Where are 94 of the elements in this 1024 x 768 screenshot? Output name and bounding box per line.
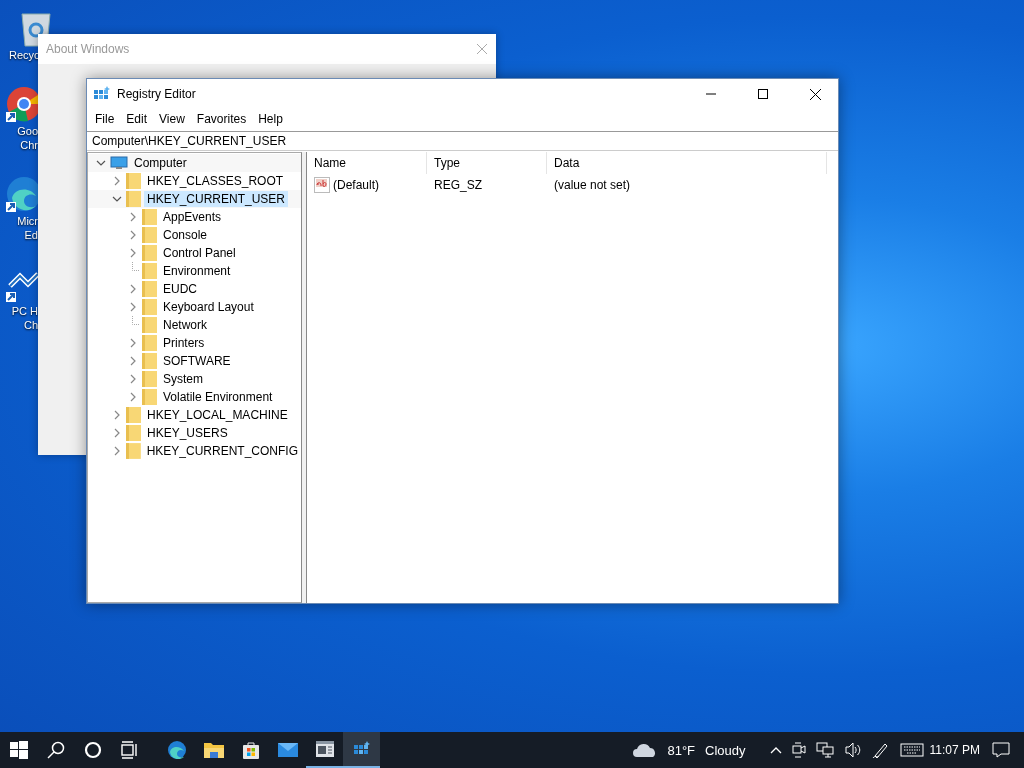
desktop-icon-label[interactable]: PC H (11, 304, 38, 318)
folder-icon (142, 299, 157, 315)
menu-item[interactable]: File (89, 112, 121, 126)
column-header[interactable]: Type (427, 152, 547, 174)
column-header[interactable]: Name (307, 152, 427, 174)
column-header[interactable]: Data (547, 152, 827, 174)
cloud-icon[interactable] (633, 743, 658, 757)
desktop-icon-label[interactable]: Ed (24, 228, 38, 242)
store-icon (240, 740, 261, 760)
chevron-right-icon[interactable] (114, 176, 120, 186)
tree-item[interactable]: Network (160, 317, 210, 333)
tree-item[interactable]: HKEY_USERS (144, 425, 231, 441)
folder-icon (142, 227, 157, 243)
folder-icon (142, 371, 157, 387)
string-value-icon (314, 177, 330, 193)
keyboard-icon[interactable] (899, 743, 924, 757)
windows-start-icon (9, 741, 28, 759)
desktop-icon-label[interactable]: Chr (20, 138, 38, 152)
folder-icon (142, 281, 157, 297)
desktop-icon-label[interactable]: Micr (17, 214, 38, 228)
chevron-right-icon[interactable] (130, 374, 136, 384)
chevron-right-icon[interactable] (130, 212, 136, 222)
tree-item[interactable]: HKEY_CLASSES_ROOT (144, 173, 287, 189)
circle-icon (83, 741, 102, 759)
tree-item[interactable]: HKEY_CURRENT_CONFIG (143, 443, 301, 459)
window-icon (314, 740, 335, 758)
tree-item[interactable]: Printers (160, 335, 208, 351)
desktop-icon-label[interactable]: Goo (17, 124, 38, 138)
folder-icon (142, 335, 157, 351)
value-data: (value not set) (553, 178, 631, 192)
folder-icon (125, 443, 141, 459)
chevron-right-icon[interactable] (114, 428, 120, 438)
tree-item[interactable]: HKEY_LOCAL_MACHINE (144, 407, 291, 423)
edge-icon (166, 740, 187, 760)
value-name: (Default) (333, 178, 379, 192)
chevron-right-icon[interactable] (130, 392, 136, 402)
menu-item[interactable]: Favorites (190, 112, 253, 126)
folder-icon (126, 191, 141, 207)
chevron-right-icon[interactable] (130, 284, 136, 294)
tree-item[interactable]: Volatile Environment (160, 389, 276, 405)
folder-icon (142, 389, 157, 405)
tree-item[interactable]: System (160, 371, 206, 387)
notification-icon[interactable] (992, 742, 1010, 758)
menu-item[interactable]: Edit (120, 112, 154, 126)
folder-icon (142, 209, 157, 225)
desktop-icon-label[interactable]: Ch (23, 318, 38, 332)
mail-icon (276, 742, 299, 758)
chevron-up-icon[interactable] (769, 746, 782, 754)
tree-item[interactable]: EUDC (160, 281, 200, 297)
window-title: Registry Editor (117, 87, 197, 101)
pen-icon[interactable] (871, 741, 890, 759)
edge-icon[interactable] (4, 174, 40, 214)
tree-item[interactable]: Console (160, 227, 211, 243)
task-view-icon (120, 741, 139, 759)
weather-condition[interactable]: Cloudy (705, 742, 746, 758)
chevron-right-icon[interactable] (130, 248, 136, 258)
window-title: About Windows (46, 42, 130, 56)
temperature[interactable]: 81°F (667, 742, 696, 758)
speaker-icon[interactable] (843, 742, 862, 758)
folder-icon (142, 317, 157, 333)
computer-icon (110, 156, 128, 170)
chrome-icon[interactable] (4, 84, 40, 124)
folder-icon (126, 173, 141, 189)
chevron-right-icon[interactable] (130, 338, 136, 348)
chevron-right-icon[interactable] (114, 410, 120, 420)
value-type: REG_SZ (433, 178, 483, 192)
menu-item[interactable]: Help (252, 112, 289, 126)
folder-icon (202, 741, 225, 759)
tree-item[interactable]: AppEvents (160, 209, 225, 225)
tree-item[interactable]: HKEY_CURRENT_USER (144, 191, 289, 207)
folder-icon (142, 263, 157, 279)
clock[interactable]: 11:07 PM (929, 743, 980, 757)
tree-item[interactable]: Keyboard Layout (160, 299, 257, 315)
folder-icon (142, 245, 157, 261)
search-icon (46, 741, 65, 759)
maximize-icon (758, 89, 768, 99)
chevron-right-icon[interactable] (130, 356, 136, 366)
desktop-icon-label[interactable]: Recyc (9, 48, 40, 62)
chevron-right-icon[interactable] (113, 446, 120, 456)
chevron-right-icon[interactable] (130, 302, 136, 312)
tree-item[interactable]: SOFTWARE (160, 353, 234, 369)
network-icon[interactable] (815, 742, 834, 758)
folder-icon (126, 425, 141, 441)
tree-item[interactable]: Environment (160, 263, 234, 279)
chevron-down-icon[interactable] (112, 196, 122, 202)
chevron-down-icon[interactable] (96, 160, 106, 166)
tree-item[interactable]: Control Panel (160, 245, 239, 261)
folder-icon (126, 407, 141, 423)
close-icon (809, 88, 821, 100)
chevron-right-icon[interactable] (130, 230, 136, 240)
menu-item[interactable]: View (153, 112, 191, 126)
folder-icon (142, 353, 157, 369)
address-field[interactable]: Computer\HKEY_CURRENT_USER (87, 131, 838, 151)
camera-icon[interactable] (791, 742, 806, 758)
